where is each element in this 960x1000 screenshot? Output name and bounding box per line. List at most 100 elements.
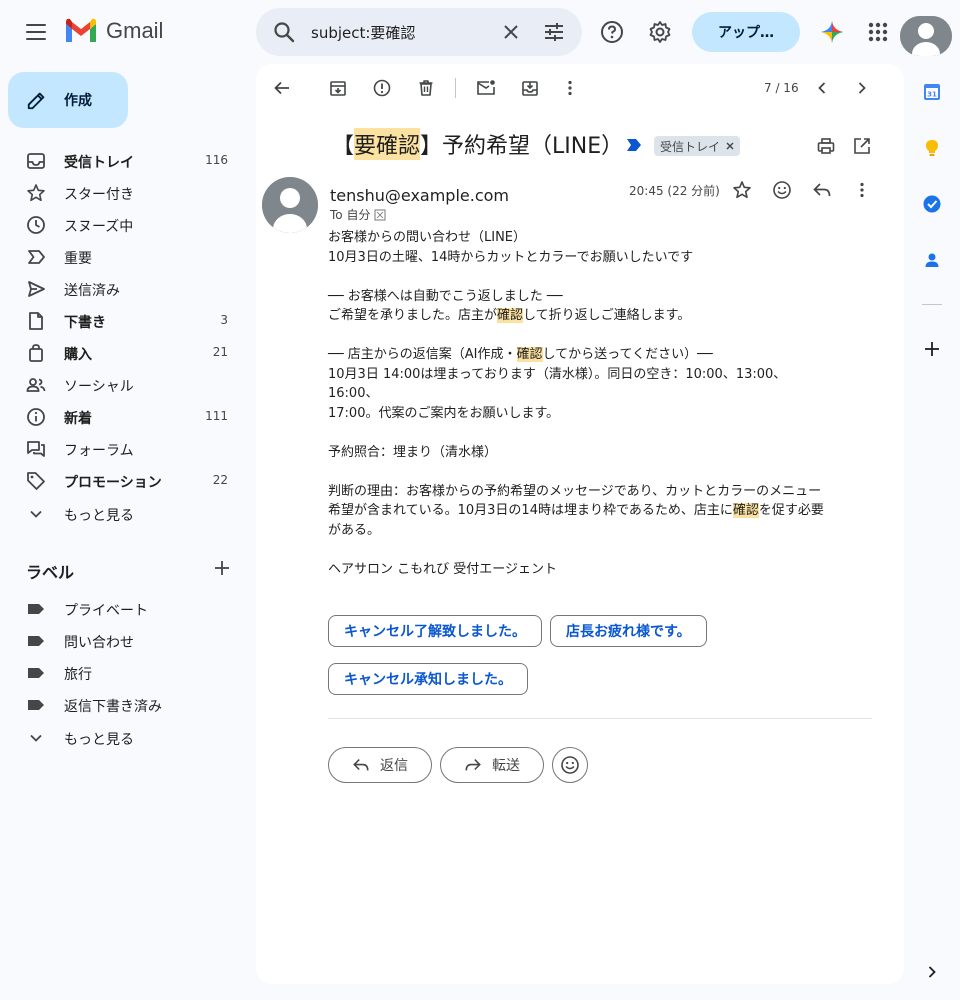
smart-reply-button[interactable]: キャンセル了解致しました。 — [328, 615, 542, 647]
sidebar-item-purchases[interactable]: 購入 21 — [0, 336, 248, 368]
sender-avatar[interactable] — [262, 177, 318, 233]
side-panel: 31 — [912, 64, 960, 1000]
expand-panel-chevron-icon[interactable] — [922, 962, 942, 982]
sidebar-item-important[interactable]: 重要 — [0, 240, 248, 272]
sidebar-item-forums[interactable]: フォーラム — [0, 432, 248, 464]
label-item-label: 問い合わせ — [64, 635, 134, 651]
unread-count: 3 — [220, 313, 228, 327]
person-silhouette-icon — [262, 177, 318, 233]
recipient-details-icon[interactable] — [374, 209, 386, 221]
search-icon[interactable] — [272, 20, 296, 44]
subject-prefix: 【 — [332, 134, 355, 159]
chevron-right-icon[interactable] — [852, 78, 872, 98]
search-bar[interactable]: subject:要確認 — [256, 8, 582, 56]
important-icon — [28, 250, 45, 264]
pagination-text: 7 / 16 — [764, 81, 799, 95]
sidebar-item-inbox[interactable]: 受信トレイ 116 — [0, 144, 248, 176]
forward-button[interactable]: 転送 — [440, 747, 544, 783]
apps-grid-icon[interactable] — [866, 20, 890, 44]
keep-notes-icon[interactable] — [922, 138, 942, 158]
chevron-left-icon[interactable] — [812, 78, 832, 98]
remove-label-icon[interactable] — [726, 142, 734, 150]
app-name: Gmail — [106, 18, 164, 43]
smart-reply-button[interactable]: 店長お疲れ様です。 — [550, 615, 707, 647]
importance-marker-icon[interactable] — [626, 138, 642, 152]
search-input[interactable]: subject:要確認 — [311, 22, 415, 43]
add-label-icon[interactable] — [212, 558, 232, 578]
sender-email[interactable]: tenshu@example.com — [330, 186, 509, 205]
email-view: 7 / 16 【要確認 】予約希望（LINE） 受信トレイ tenshu@exam… — [256, 64, 904, 984]
label-item-travel[interactable]: 旅行 — [0, 656, 248, 688]
search-options-icon[interactable] — [542, 20, 566, 44]
star-icon — [27, 184, 45, 202]
smart-reply-button[interactable]: キャンセル承知しました。 — [328, 663, 528, 695]
subject-highlight: 要確認 — [354, 128, 421, 160]
settings-gear-icon[interactable] — [648, 20, 672, 44]
delete-trash-icon[interactable] — [416, 78, 436, 98]
forward-label: 転送 — [492, 758, 520, 774]
upgrade-button[interactable]: アップ… — [692, 12, 800, 52]
search-highlight: 確認 — [732, 503, 759, 518]
compose-label: 作成 — [64, 93, 92, 109]
gmail-logo[interactable]: Gmail — [64, 18, 163, 44]
more-vert-icon[interactable] — [852, 180, 872, 200]
body-line: 判断の理由：お客様からの予約希望のメッセージであり、カットとカラーのメニュー — [328, 483, 822, 499]
svg-text:31: 31 — [927, 91, 937, 99]
label-item-inquiries[interactable]: 問い合わせ — [0, 624, 248, 656]
search-highlight: 確認 — [497, 308, 524, 323]
email-timestamp: 20:45 (22 分前) — [629, 184, 720, 198]
back-arrow-icon[interactable] — [272, 78, 292, 98]
email-subject: 【要確認 】予約希望（LINE） — [332, 128, 623, 160]
sidebar-item-social[interactable]: ソーシャル — [0, 368, 248, 400]
people-icon — [26, 378, 46, 392]
emoji-reaction-icon[interactable] — [772, 180, 792, 200]
forum-icon — [27, 441, 45, 457]
add-addon-icon[interactable] — [922, 339, 942, 359]
sidebar-item-sent[interactable]: 送信済み — [0, 272, 248, 304]
recipient-label: To 自分 — [330, 208, 371, 222]
text: してから送ってください）── — [542, 347, 713, 362]
reply-icon[interactable] — [812, 180, 832, 200]
gemini-sparkle-icon[interactable] — [820, 20, 844, 44]
main-menu-icon[interactable] — [24, 20, 48, 44]
inbox-icon — [27, 153, 45, 169]
inbox-label-chip[interactable]: 受信トレイ — [654, 136, 741, 156]
label-item-private[interactable]: プライベート — [0, 592, 248, 624]
more-vert-icon[interactable] — [560, 78, 580, 98]
sidebar-item-starred[interactable]: スター付き — [0, 176, 248, 208]
reply-button[interactable]: 返信 — [328, 747, 432, 783]
sidebar-item-more[interactable]: もっと見る — [0, 497, 248, 529]
sidebar-item-drafts[interactable]: 下書き 3 — [0, 304, 248, 336]
print-icon[interactable] — [816, 136, 836, 156]
move-to-icon[interactable] — [520, 78, 540, 98]
unread-count: 111 — [205, 409, 228, 423]
report-spam-icon[interactable] — [372, 78, 392, 98]
side-panel-divider — [922, 304, 942, 305]
sidebar-item-snoozed[interactable]: スヌーズ中 — [0, 208, 248, 240]
unread-count: 22 — [212, 473, 228, 487]
label-item-more[interactable]: もっと見る — [0, 721, 248, 753]
contacts-icon[interactable] — [922, 250, 942, 270]
help-icon[interactable] — [600, 20, 624, 44]
star-icon[interactable] — [732, 180, 752, 200]
label-item-reply-drafted[interactable]: 返信下書き済み — [0, 688, 248, 720]
body-line: 10月3日の土曜、14時からカットとカラーでお願いしたいです — [328, 249, 694, 265]
pencil-icon — [27, 92, 45, 110]
mark-unread-icon[interactable] — [476, 78, 496, 98]
open-new-window-icon[interactable] — [852, 136, 872, 156]
compose-button[interactable]: 作成 — [8, 72, 128, 128]
label-icon — [28, 700, 44, 710]
account-avatar[interactable] — [900, 16, 952, 56]
label-item-label: 旅行 — [64, 667, 92, 683]
recipient-line[interactable]: To 自分 — [330, 206, 386, 223]
draft-icon — [29, 312, 43, 330]
label-item-label: もっと見る — [64, 732, 134, 748]
calendar-icon[interactable]: 31 — [922, 82, 942, 102]
emoji-react-button[interactable] — [552, 747, 588, 783]
tasks-icon[interactable] — [922, 194, 942, 214]
clear-search-icon[interactable] — [499, 20, 523, 44]
gmail-m-icon — [66, 18, 96, 42]
sidebar-item-updates[interactable]: 新着 111 — [0, 400, 248, 432]
archive-icon[interactable] — [328, 78, 348, 98]
sidebar-item-promotions[interactable]: プロモーション 22 — [0, 464, 248, 496]
